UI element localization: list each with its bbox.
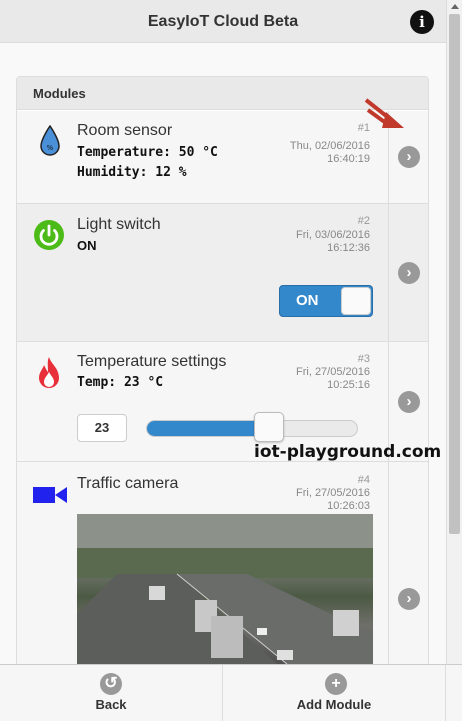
add-module-button[interactable]: + Add Module xyxy=(223,665,446,721)
module-open-area[interactable]: › xyxy=(388,204,428,341)
module-light-switch[interactable]: Light switch ON #2 Fri, 03/06/2016 16:12… xyxy=(17,204,428,342)
switch-state: ON xyxy=(77,238,97,253)
module-number: #4 xyxy=(357,474,370,486)
add-icon: + xyxy=(325,673,347,695)
module-name: Light switch xyxy=(77,216,161,233)
temperature-slider-track[interactable] xyxy=(146,420,358,437)
scrollbar[interactable] xyxy=(446,0,462,664)
module-timestamp: Thu, 02/06/2016 16:40:19 xyxy=(290,140,370,166)
module-time: 10:26:03 xyxy=(327,500,370,512)
module-time: 16:40:19 xyxy=(327,153,370,165)
temperature-input[interactable]: 23 xyxy=(77,414,127,442)
light-toggle-switch[interactable]: ON xyxy=(279,285,373,317)
module-date: Fri, 27/05/2016 xyxy=(296,487,370,499)
chevron-right-icon[interactable]: › xyxy=(398,262,420,284)
module-open-area[interactable]: › xyxy=(388,462,428,675)
temperature-value: Temp: 23 °C xyxy=(77,375,164,390)
camera-scene xyxy=(77,514,373,664)
footer-toolbar: ↺ Back + Add Module xyxy=(0,664,462,721)
temperature-slider-handle[interactable] xyxy=(253,412,284,442)
scroll-up-arrow-icon[interactable] xyxy=(451,4,459,9)
module-number: #3 xyxy=(357,353,370,365)
module-timestamp: Fri, 03/06/2016 16:12:36 xyxy=(296,229,370,255)
module-traffic-camera[interactable]: Traffic camera #4 Fri, 27/05/2016 10:26:… xyxy=(17,462,428,675)
back-label: Back xyxy=(95,697,127,712)
chevron-right-icon[interactable]: › xyxy=(398,146,420,168)
power-icon xyxy=(34,220,64,250)
module-name: Traffic camera xyxy=(77,475,179,492)
video-camera-icon xyxy=(33,487,67,503)
modules-panel: Modules % Room sensor Temperature: 50 °C… xyxy=(16,76,429,676)
back-button[interactable]: ↺ Back xyxy=(0,665,223,721)
module-number: #2 xyxy=(357,215,370,227)
module-date: Thu, 02/06/2016 xyxy=(289,140,370,152)
module-date: Fri, 03/06/2016 xyxy=(296,229,370,241)
module-time: 10:25:16 xyxy=(327,379,370,391)
scrollbar-thumb[interactable] xyxy=(449,14,460,534)
red-arrow-icon xyxy=(364,98,404,128)
module-timestamp: Fri, 27/05/2016 10:26:03 xyxy=(296,487,370,513)
add-module-label: Add Module xyxy=(296,697,372,712)
water-drop-icon: % xyxy=(40,125,60,156)
back-icon: ↺ xyxy=(100,673,122,695)
module-timestamp: Fri, 27/05/2016 10:25:16 xyxy=(296,366,370,392)
info-icon[interactable]: i xyxy=(410,10,434,34)
temperature-value: Temperature: 50 °C xyxy=(77,145,218,160)
chevron-right-icon[interactable]: › xyxy=(398,588,420,610)
app-title: EasyIoT Cloud Beta xyxy=(147,13,299,30)
module-date: Fri, 27/05/2016 xyxy=(296,366,370,378)
toggle-label: ON xyxy=(296,292,319,309)
flame-icon xyxy=(39,357,59,388)
humidity-value: Humidity: 12 % xyxy=(77,165,187,180)
toggle-knob[interactable] xyxy=(341,287,371,315)
module-name: Room sensor xyxy=(77,122,173,139)
slider-fill xyxy=(147,421,270,436)
app-header: EasyIoT Cloud Beta i xyxy=(0,0,446,43)
watermark-text: iot-playground.com xyxy=(254,442,442,462)
svg-text:%: % xyxy=(47,144,54,152)
chevron-right-icon[interactable]: › xyxy=(398,391,420,413)
module-time: 16:12:36 xyxy=(327,242,370,254)
traffic-camera-image xyxy=(77,514,373,664)
module-name: Temperature settings xyxy=(77,353,227,370)
